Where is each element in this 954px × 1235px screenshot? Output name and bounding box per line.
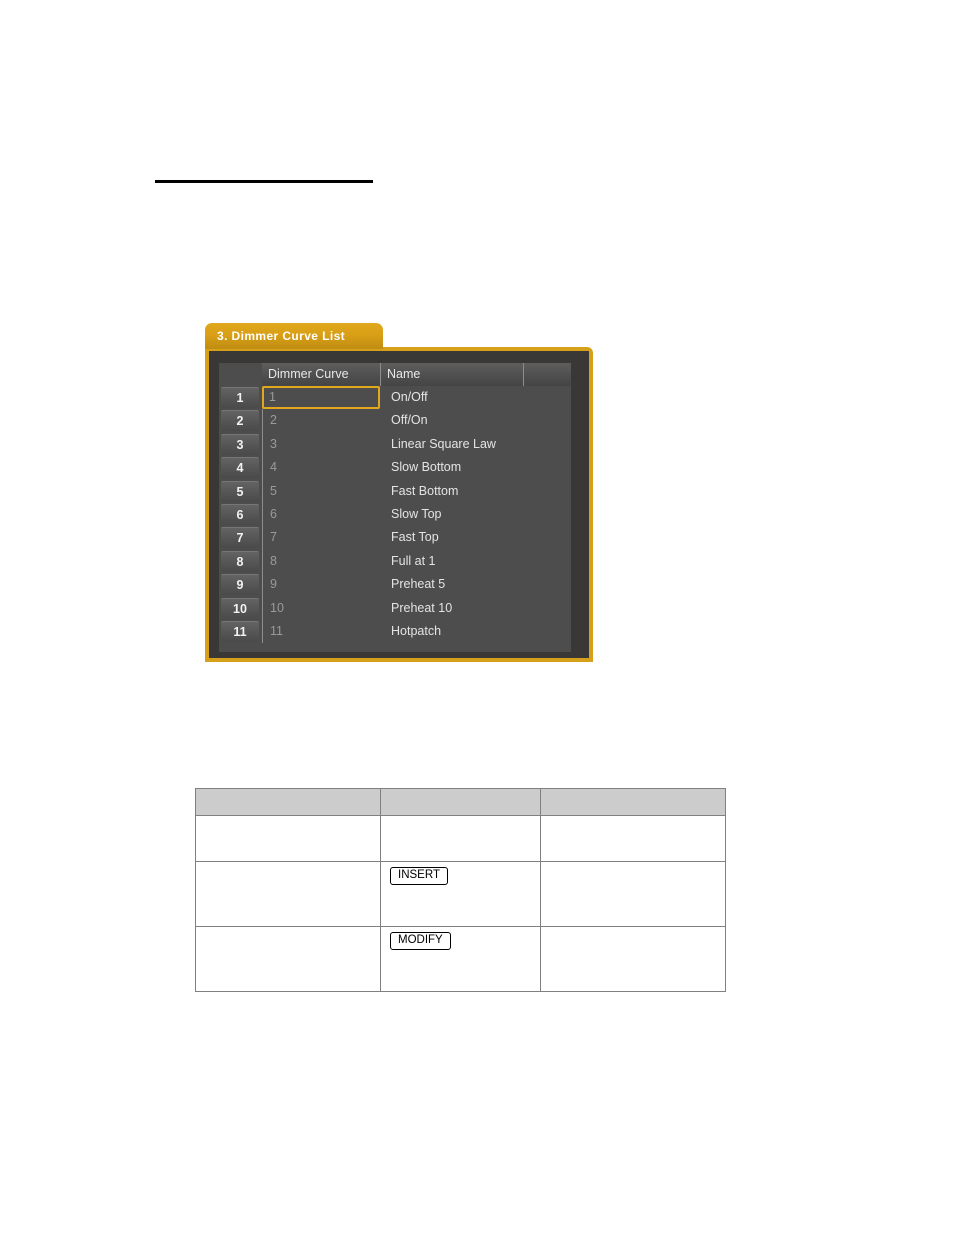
column-header-name[interactable]: Name [380,363,523,386]
grid-header-row: Dimmer Curve Name [262,363,571,386]
table-row: INSERT [195,861,726,927]
reference-table-header-row [195,788,726,816]
table-row [195,815,726,862]
table-row: MODIFY [195,926,726,992]
grid-row[interactable]: 5 5 Fast Bottom [219,479,571,503]
grid-row[interactable]: 11 11 Hotpatch [219,619,571,644]
cell-dimmer-curve[interactable]: 8 [262,549,380,574]
grid-row[interactable]: 1 1 On/Off [219,386,571,410]
reference-table-header-cell-1 [195,788,381,816]
row-number-button[interactable]: 11 [221,620,259,642]
cell-dimmer-curve[interactable]: 11 [262,619,380,644]
cell-dimmer-curve[interactable]: 4 [262,456,380,480]
cell-name[interactable]: Preheat 5 [380,573,570,596]
cell-dimmer-curve[interactable]: 5 [262,479,380,503]
cell-dimmer-curve[interactable]: 1 [262,386,380,410]
grid-row[interactable]: 7 7 Fast Top [219,526,571,550]
cell-dimmer-curve[interactable]: 7 [262,526,380,550]
grid-row[interactable]: 6 6 Slow Top [219,502,571,527]
row-number-button[interactable]: 4 [221,457,259,479]
reference-cell-result [540,861,726,927]
column-header-dimmer-curve[interactable]: Dimmer Curve [262,363,380,386]
row-number-button[interactable]: 5 [221,480,259,502]
panel-frame: Dimmer Curve Name 1 1 On/Off 2 2 Off/On 3 3 Line… [205,347,593,662]
insert-button[interactable]: INSERT [390,867,448,885]
reference-cell-action: MODIFY [380,926,541,992]
reference-table-header-cell-3 [540,788,726,816]
reference-table: INSERT MODIFY [195,788,726,992]
reference-table-header-cell-2 [380,788,541,816]
grid-body: 1 1 On/Off 2 2 Off/On 3 3 Linear Square Law 4 4 Slo… [219,386,571,644]
reference-cell-action [380,815,541,862]
reference-cell-description [195,815,381,862]
cell-name[interactable]: Preheat 10 [380,597,570,620]
grid-row[interactable]: 10 10 Preheat 10 [219,596,571,620]
row-number-button[interactable]: 7 [221,527,259,549]
grid-row[interactable]: 9 9 Preheat 5 [219,573,571,597]
row-number-button[interactable]: 3 [221,433,259,455]
reference-cell-result [540,926,726,992]
grid-row[interactable]: 2 2 Off/On [219,409,571,433]
grid-row[interactable]: 3 3 Linear Square Law [219,432,571,457]
column-header-endcap [523,363,524,386]
horizontal-divider [155,180,373,183]
cell-name[interactable]: Fast Top [380,526,570,549]
cell-name[interactable]: Slow Top [380,503,570,526]
dimmer-curve-grid: Dimmer Curve Name 1 1 On/Off 2 2 Off/On 3 3 Line… [219,363,571,652]
row-number-button[interactable]: 9 [221,574,259,596]
panel-gutter: Dimmer Curve Name 1 1 On/Off 2 2 Off/On 3 3 Line… [209,351,589,658]
row-number-button[interactable]: 10 [221,597,259,619]
cell-name[interactable]: Fast Bottom [380,480,570,503]
cell-dimmer-curve[interactable]: 6 [262,502,380,527]
modify-button[interactable]: MODIFY [390,932,451,950]
cell-name[interactable]: Hotpatch [380,620,570,643]
row-number-button[interactable]: 1 [221,387,259,408]
cell-name[interactable]: Off/On [380,409,570,432]
dimmer-curve-list-panel: 3. Dimmer Curve List Dimmer Curve Name 1… [205,323,593,662]
cell-dimmer-curve[interactable]: 9 [262,573,380,597]
cell-dimmer-curve[interactable]: 10 [262,596,380,620]
cell-name[interactable]: Full at 1 [380,550,570,573]
grid-row[interactable]: 4 4 Slow Bottom [219,456,571,480]
cell-dimmer-curve[interactable]: 3 [262,432,380,457]
row-number-button[interactable]: 8 [221,550,259,572]
reference-cell-description [195,926,381,992]
row-number-button[interactable]: 2 [221,410,259,432]
cell-name[interactable]: Linear Square Law [380,433,570,456]
grid-row[interactable]: 8 8 Full at 1 [219,549,571,574]
cell-name[interactable]: Slow Bottom [380,456,570,479]
reference-cell-action: INSERT [380,861,541,927]
row-number-button[interactable]: 6 [221,503,259,525]
panel-tab-dimmer-curve-list[interactable]: 3. Dimmer Curve List [205,323,383,349]
cell-dimmer-curve[interactable]: 2 [262,409,380,433]
reference-cell-description [195,861,381,927]
reference-cell-result [540,815,726,862]
cell-name[interactable]: On/Off [380,386,570,409]
